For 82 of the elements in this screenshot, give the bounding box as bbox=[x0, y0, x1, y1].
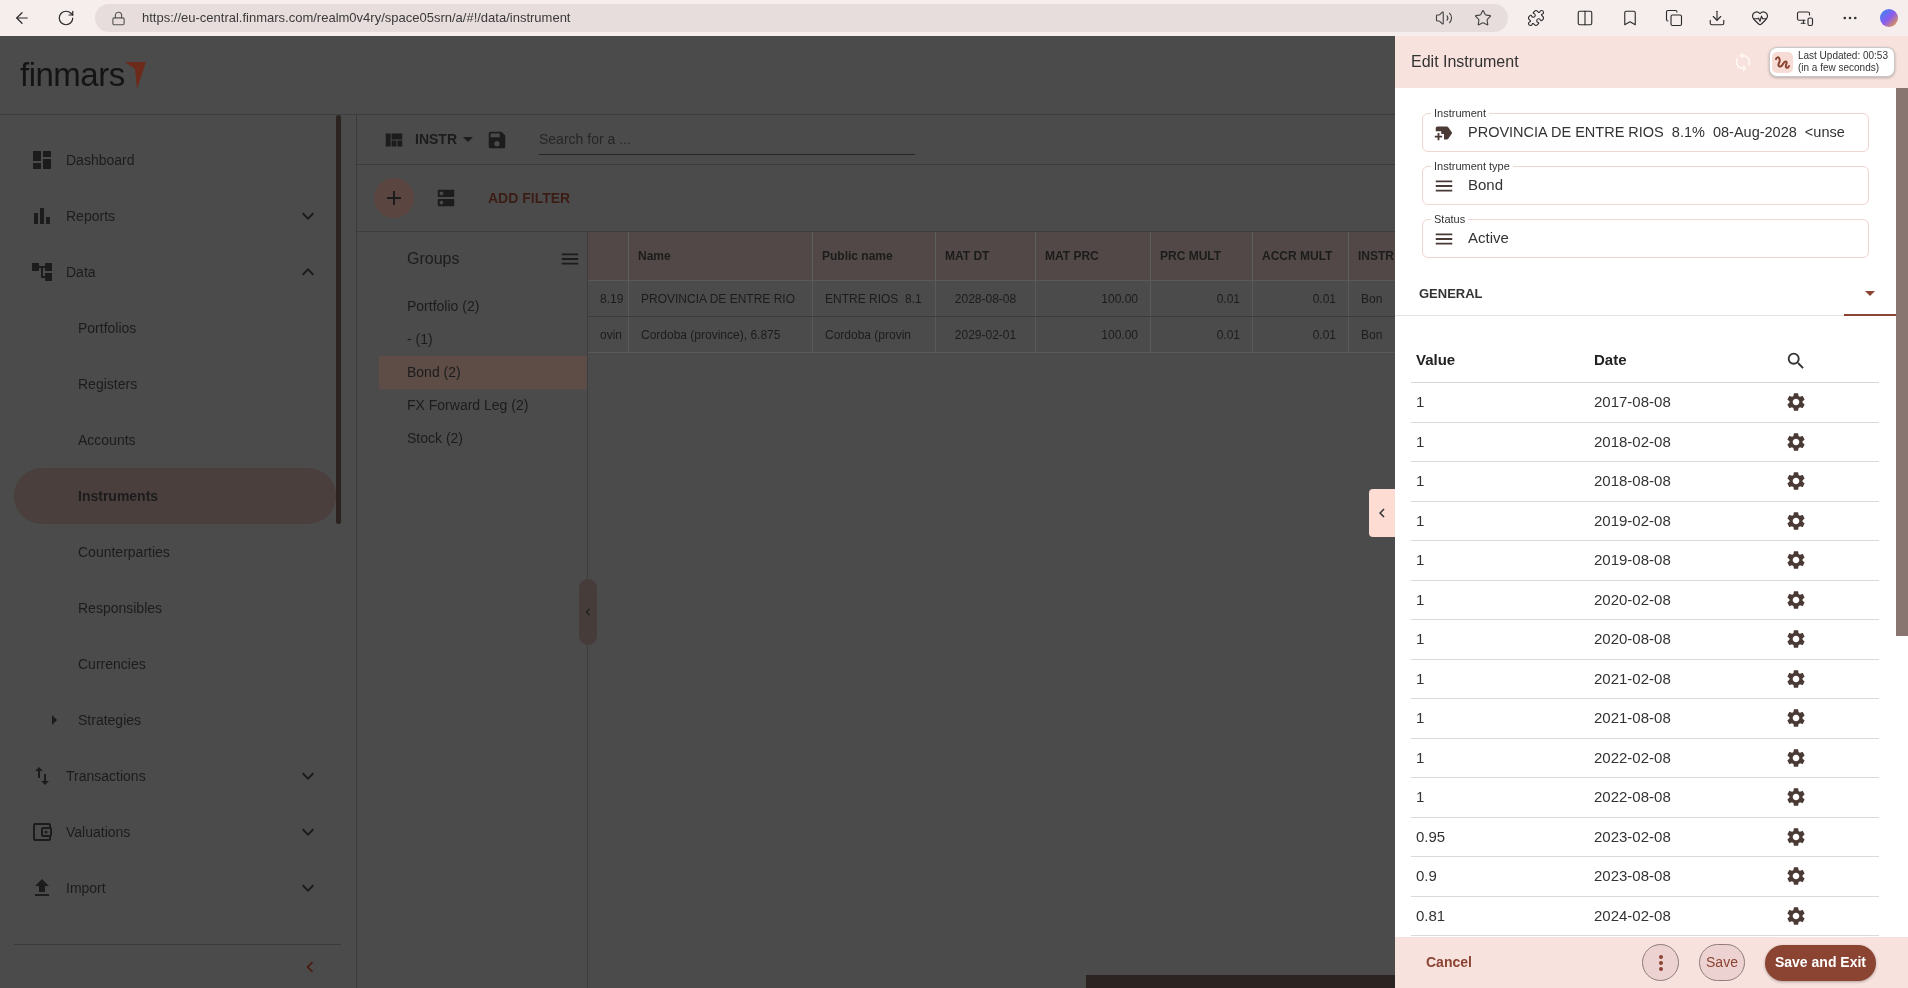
instrument-field[interactable]: Instrument PROVINCIA DE ENTRE RIOS 8.1% 08-Aug-2028 <unse bbox=[1422, 106, 1869, 152]
table-cell-text: 0.95 bbox=[1416, 826, 1446, 847]
table-cell-text: 2020-02-08 bbox=[1594, 589, 1671, 610]
table-cell-text: 2022-08-08 bbox=[1594, 787, 1671, 807]
table-cell-text: 0.9 bbox=[1416, 866, 1437, 886]
table-cell-text: 1 bbox=[1416, 787, 1425, 807]
group-item[interactable]: Bond (2) bbox=[379, 356, 587, 389]
table-cell-text: 1 bbox=[1416, 550, 1425, 570]
gear-icon[interactable] bbox=[1785, 707, 1807, 730]
select-field[interactable]: Instrument type Bond bbox=[1422, 159, 1869, 205]
save-button[interactable]: Save bbox=[1699, 944, 1745, 981]
more-button[interactable] bbox=[1642, 944, 1680, 981]
more-icon bbox=[1658, 954, 1663, 971]
gear-icon[interactable] bbox=[1785, 470, 1807, 493]
caret-icon bbox=[1865, 290, 1875, 296]
star-icon[interactable] bbox=[1474, 9, 1492, 27]
gear-icon[interactable] bbox=[1785, 391, 1807, 414]
gear-icon[interactable] bbox=[1785, 628, 1807, 651]
table-cell-text: 1 bbox=[1416, 589, 1425, 610]
devices-icon[interactable] bbox=[1796, 9, 1814, 27]
split-screen-icon[interactable] bbox=[1576, 9, 1594, 27]
table-cell-text: 1 bbox=[1416, 747, 1425, 768]
gear-icon[interactable] bbox=[1785, 825, 1807, 848]
gear-icon[interactable] bbox=[1785, 865, 1807, 888]
table-cell-text: 2023-08-08 bbox=[1594, 866, 1671, 886]
gear-icon[interactable] bbox=[1785, 430, 1807, 453]
table-cell-text: 2020-08-08 bbox=[1594, 629, 1671, 649]
bookmark-icon[interactable] bbox=[1621, 9, 1639, 27]
table-cell-text: 1 bbox=[1416, 471, 1425, 491]
table-cell-text: 0.81 bbox=[1416, 905, 1446, 926]
gear-icon[interactable] bbox=[1785, 549, 1807, 572]
last-updated-time: Last Updated: 00:53 bbox=[1797, 50, 1888, 62]
table-cell-text: 2021-02-08 bbox=[1594, 668, 1671, 689]
copy-icon[interactable] bbox=[1665, 9, 1683, 27]
gear-icon[interactable] bbox=[1785, 588, 1807, 611]
select-field[interactable]: Status Active bbox=[1422, 212, 1869, 258]
panel-title: Edit Instrument bbox=[1411, 52, 1519, 72]
table-cell-text: 2022-02-08 bbox=[1594, 747, 1671, 768]
lock-icon bbox=[111, 10, 126, 26]
relative-time-text: (in a few seconds) bbox=[1797, 62, 1881, 74]
save-and-exit-button[interactable]: Save and Exit bbox=[1764, 944, 1876, 981]
speaker-icon[interactable] bbox=[1435, 9, 1453, 27]
table-cell-text: 1 bbox=[1416, 668, 1425, 689]
logo-mark-icon bbox=[124, 62, 146, 89]
table-cell-text: 2019-02-08 bbox=[1594, 510, 1671, 531]
column-header[interactable]: Date bbox=[1589, 349, 1627, 372]
gear-icon[interactable] bbox=[1785, 786, 1807, 809]
section-title: GENERAL bbox=[1419, 284, 1483, 303]
back-icon[interactable] bbox=[13, 9, 31, 27]
table-cell-text: 1 bbox=[1416, 392, 1425, 412]
dashboard-icon bbox=[30, 148, 54, 172]
scrollbar-thumb[interactable] bbox=[336, 115, 341, 524]
table-cell-text: 2018-02-08 bbox=[1594, 431, 1671, 452]
table-cell-text: 2017-08-08 bbox=[1594, 392, 1671, 412]
gear-icon[interactable] bbox=[1785, 667, 1807, 690]
scrollbar-thumb[interactable] bbox=[1896, 88, 1908, 636]
download-icon[interactable] bbox=[1708, 9, 1726, 27]
table-cell-text: 1 bbox=[1416, 431, 1425, 452]
address-bar[interactable]: https://eu-central.finmars.com/realm0v4ry/space05srn/a/#!/data/instrument bbox=[95, 4, 1508, 32]
table-cell-text: 1 bbox=[1416, 510, 1425, 531]
table-cell-text: 2021-08-08 bbox=[1594, 708, 1671, 728]
tree-icon bbox=[30, 260, 54, 284]
column-header[interactable]: Value bbox=[1411, 349, 1456, 372]
caret-icon bbox=[463, 137, 473, 142]
puzzle-icon[interactable] bbox=[1527, 9, 1545, 27]
gear-icon[interactable] bbox=[1785, 904, 1807, 927]
logo-text: finmars bbox=[20, 56, 125, 94]
collapse-handle[interactable] bbox=[579, 579, 597, 645]
gradient-circle-icon[interactable] bbox=[1880, 9, 1898, 27]
reload-icon[interactable] bbox=[57, 9, 75, 27]
gear-icon[interactable] bbox=[1785, 746, 1807, 769]
table-cell-text: 2018-08-08 bbox=[1594, 471, 1671, 491]
gear-icon[interactable] bbox=[1785, 509, 1807, 532]
wallet-icon bbox=[30, 820, 54, 844]
table-cell-text: 1 bbox=[1416, 629, 1425, 649]
squiggle-icon bbox=[1771, 51, 1793, 73]
table-cell-text: 1 bbox=[1416, 708, 1425, 728]
cancel-button[interactable]: Cancel bbox=[1426, 952, 1472, 973]
table-cell-text: 2024-02-08 bbox=[1594, 905, 1671, 926]
heart-pulse-icon[interactable] bbox=[1751, 9, 1769, 27]
table-cell-text: 2019-08-08 bbox=[1594, 550, 1671, 570]
table-cell-text: 2023-02-08 bbox=[1594, 826, 1671, 847]
